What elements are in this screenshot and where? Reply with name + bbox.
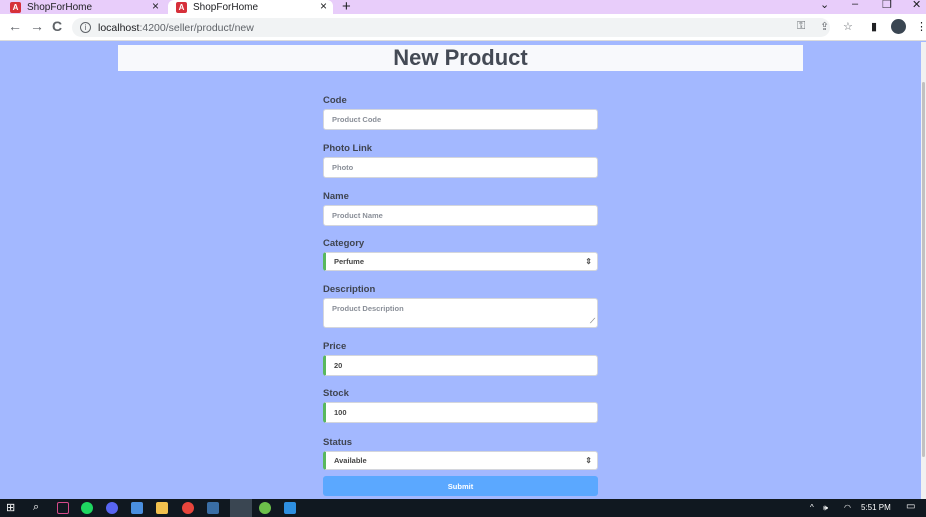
submit-button[interactable]: Submit	[323, 476, 598, 496]
status-label: Status	[323, 437, 353, 448]
browser-toolbar: ← → C i localhost :4200/seller/product/n…	[0, 14, 926, 41]
file-explorer-icon[interactable]	[156, 502, 168, 514]
code-input[interactable]: Product Code	[323, 109, 598, 130]
resize-handle-icon[interactable]: ⟋	[590, 318, 595, 326]
page-header: New Product	[118, 45, 803, 71]
category-label: Category	[323, 238, 365, 249]
tab-title: ShopForHome	[193, 1, 259, 13]
page-scrollbar[interactable]	[921, 42, 926, 499]
new-tab-button[interactable]: +	[342, 0, 351, 15]
discord-icon[interactable]	[106, 502, 118, 514]
windows-taskbar: ⊞ ⌕ ^ 🕪 ◠ 5:51 PM ▭	[0, 499, 926, 517]
category-value: Perfume	[334, 257, 365, 266]
browser-tab-2[interactable]: A ShopForHome ×	[168, 0, 333, 14]
maximize-button[interactable]: ❐	[882, 0, 892, 11]
notification-icon[interactable]: ▭	[906, 501, 915, 512]
app-icon[interactable]	[131, 502, 143, 514]
page-title: New Product	[393, 45, 528, 70]
forward-icon[interactable]: →	[30, 18, 44, 34]
back-icon[interactable]: ←	[8, 18, 22, 34]
chrome-icon[interactable]	[182, 502, 194, 514]
description-textarea[interactable]: Product Description ⟋	[323, 298, 598, 328]
description-placeholder: Product Description	[332, 304, 404, 313]
angular-icon: A	[176, 1, 187, 13]
wifi-icon[interactable]: ◠	[844, 503, 851, 512]
price-label: Price	[323, 341, 347, 352]
active-app-icon[interactable]	[230, 499, 252, 517]
mail-app-icon[interactable]	[57, 502, 69, 514]
reload-icon[interactable]: C	[52, 18, 62, 34]
angular-icon: A	[10, 1, 21, 13]
site-info-icon[interactable]: i	[80, 22, 91, 33]
status-value: Available	[334, 456, 367, 465]
profile-avatar[interactable]	[891, 19, 906, 34]
tab-title: ShopForHome	[27, 1, 93, 13]
window-close-button[interactable]: ✕	[912, 0, 921, 11]
close-tab-icon[interactable]: ×	[320, 0, 327, 13]
address-bar[interactable]: i localhost :4200/seller/product/new	[72, 18, 830, 37]
spring-icon[interactable]	[259, 502, 271, 514]
minimize-button[interactable]: –	[852, 0, 858, 10]
browser-tab-strip: A ShopForHome × A ShopForHome × + ⌄ – ❐ …	[0, 0, 926, 15]
code-label: Code	[323, 95, 347, 106]
category-select[interactable]: Perfume ⇕	[323, 252, 598, 271]
photo-link-input[interactable]: Photo	[323, 157, 598, 178]
url-host: localhost	[98, 21, 140, 34]
scrollbar-thumb[interactable]	[922, 82, 925, 457]
photo-link-label: Photo Link	[323, 143, 373, 154]
key-icon[interactable]: ⚿	[797, 20, 805, 33]
search-icon[interactable]: ⌕	[33, 501, 39, 514]
name-label: Name	[323, 191, 349, 202]
tab-search-icon[interactable]: ⌄	[820, 0, 829, 11]
side-panel-icon[interactable]: ▮	[871, 20, 877, 33]
url-path: :4200/seller/product/new	[139, 21, 254, 34]
browser-menu-icon[interactable]: ⋮	[916, 20, 926, 33]
select-caret-icon: ⇕	[585, 257, 592, 266]
stock-input[interactable]: 100	[323, 402, 598, 423]
name-input[interactable]: Product Name	[323, 205, 598, 226]
browser-tab-1[interactable]: A ShopForHome ×	[10, 0, 165, 14]
stock-label: Stock	[323, 388, 349, 399]
share-icon[interactable]: ⇪	[820, 20, 829, 33]
price-input[interactable]: 20	[323, 355, 598, 376]
description-label: Description	[323, 284, 376, 295]
status-select[interactable]: Available ⇕	[323, 451, 598, 470]
clock[interactable]: 5:51 PM	[861, 503, 891, 512]
app-icon[interactable]	[207, 502, 219, 514]
tray-arrow-icon[interactable]: ^	[810, 503, 814, 512]
volume-icon[interactable]: 🕪	[823, 503, 828, 513]
bookmark-star-icon[interactable]: ☆	[843, 20, 853, 33]
windows-start-icon[interactable]: ⊞	[6, 501, 15, 514]
spotify-icon[interactable]	[81, 502, 93, 514]
close-tab-icon[interactable]: ×	[152, 0, 159, 13]
vscode-icon[interactable]	[284, 502, 296, 514]
select-caret-icon: ⇕	[585, 456, 592, 465]
